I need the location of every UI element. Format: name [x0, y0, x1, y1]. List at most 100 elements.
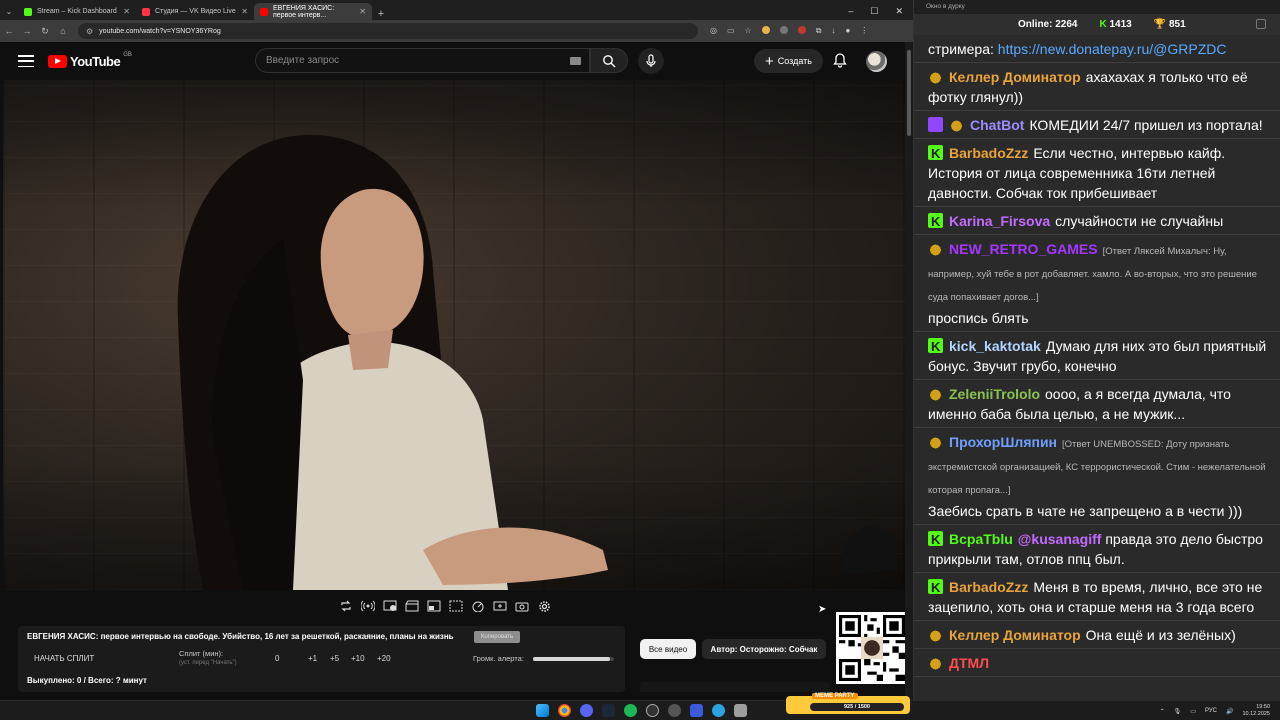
close-tab-icon[interactable]: ✕ — [123, 7, 130, 16]
extensions-puzzle-icon[interactable]: ⧉ — [816, 26, 822, 36]
app-icon[interactable] — [668, 704, 681, 717]
notifications-bell-icon[interactable] — [832, 52, 848, 68]
split-value-0[interactable]: 0 — [275, 654, 279, 663]
spotify-icon[interactable] — [624, 704, 637, 717]
chat-username[interactable]: Karina_Firsova — [949, 213, 1050, 229]
kick-badge-icon — [928, 530, 943, 550]
telegram-icon[interactable] — [712, 704, 725, 717]
split-panel: ЕВГЕНИЯ ХАСИС: первое интервью на свобод… — [18, 626, 625, 692]
chat-username[interactable]: NEW_RETRO_GAMES — [949, 241, 1098, 257]
steam-icon[interactable] — [602, 704, 615, 717]
create-button[interactable]: + Создать — [754, 49, 823, 73]
volume-icon[interactable]: 🔊 — [1226, 708, 1233, 715]
all-videos-chip[interactable]: Все видео — [640, 639, 696, 659]
url-field[interactable]: ⚙ youtube.com/watch?v=YSNOY36YRog — [78, 23, 698, 39]
chat-username[interactable]: BcpaTblu — [949, 531, 1013, 547]
tab-kick-dashboard[interactable]: Stream – Kick Dashboard ✕ — [18, 3, 136, 20]
google-lens-icon[interactable]: ◎ — [710, 26, 717, 36]
reload-icon[interactable]: ↻ — [36, 26, 54, 37]
file-explorer-icon[interactable] — [734, 704, 747, 717]
miniplayer-icon[interactable] — [382, 598, 398, 614]
split-add-10-button[interactable]: +10 — [351, 654, 365, 663]
chat-message-text: случайности не случайны — [1055, 213, 1224, 229]
youtube-logo[interactable]: YouTube GB — [48, 52, 132, 69]
extension-icon[interactable] — [779, 26, 788, 34]
add-clip-icon[interactable] — [492, 598, 508, 614]
cast-icon[interactable]: ▭ — [727, 26, 735, 36]
chat-username[interactable]: BarbadoZzz — [949, 145, 1028, 161]
settings-gear-icon[interactable] — [536, 598, 552, 614]
back-icon[interactable]: ← — [0, 26, 18, 36]
account-avatar[interactable] — [866, 51, 887, 72]
downloads-icon[interactable]: ↓ — [831, 26, 835, 36]
tray-chevron-icon[interactable]: ⌃ — [1160, 708, 1165, 715]
chat-username[interactable]: Келлер Доминатор — [949, 627, 1081, 643]
tab-youtube-video[interactable]: ЕВГЕНИЯ ХАСИС: первое интерв... ✕ — [254, 3, 372, 20]
chat-username[interactable]: ZeleniiTrololo — [949, 386, 1040, 402]
close-tab-icon[interactable]: ✕ — [241, 7, 248, 16]
microphone-tray-icon[interactable]: 🎙 — [1174, 708, 1182, 715]
online-label: Online: — [1018, 19, 1053, 30]
bookmark-star-icon[interactable]: ☆ — [745, 26, 752, 36]
start-windows-icon[interactable] — [536, 704, 549, 717]
split-add-5-button[interactable]: +5 — [330, 654, 339, 663]
video-player[interactable] — [3, 80, 905, 590]
picture-in-picture-icon[interactable] — [426, 598, 442, 614]
split-add-20-button[interactable]: +20 — [377, 654, 391, 663]
new-tab-button[interactable]: + — [372, 8, 390, 20]
keyboard-icon[interactable] — [570, 56, 581, 65]
clock[interactable]: 19:50 10.12.2025 — [1242, 704, 1270, 718]
keyboard-language[interactable]: РУС — [1205, 708, 1217, 714]
voice-search-button[interactable] — [638, 48, 664, 74]
profile-icon[interactable]: ● — [845, 26, 850, 36]
popout-icon[interactable] — [1256, 19, 1266, 29]
youtube-favicon-icon — [260, 7, 268, 16]
chat-link[interactable]: https://new.donatepay.ru/@GRPZDC — [998, 41, 1227, 57]
chat-message-text: проспись блять — [928, 310, 1029, 326]
forward-icon[interactable]: → — [18, 26, 36, 36]
clapperboard-icon[interactable] — [404, 598, 420, 614]
obs-icon[interactable] — [646, 704, 659, 717]
split-add-1-button[interactable]: +1 — [308, 654, 317, 663]
minimize-icon[interactable]: – — [848, 6, 853, 17]
menu-dots-icon[interactable]: ⋮ — [860, 26, 868, 36]
alert-volume-slider[interactable] — [533, 657, 614, 661]
chrome-icon[interactable] — [558, 704, 571, 717]
close-tab-icon[interactable]: ✕ — [359, 7, 366, 16]
search-input[interactable]: Введите запрос — [255, 48, 590, 73]
chat-username[interactable]: BarbadoZzz — [949, 579, 1028, 595]
tab-search-icon[interactable]: ⌄ — [0, 3, 18, 20]
speed-gauge-icon[interactable] — [470, 598, 486, 614]
close-window-icon[interactable]: ✕ — [895, 6, 903, 17]
discord-icon[interactable] — [580, 704, 593, 717]
loop-icon[interactable] — [338, 598, 354, 614]
subtitles-icon[interactable] — [448, 598, 464, 614]
network-icon[interactable]: ▭ — [1190, 708, 1196, 715]
copy-button[interactable]: Копировать — [474, 631, 520, 643]
maximize-icon[interactable]: ☐ — [870, 6, 878, 17]
kick-viewer-counter: K 1413 — [1099, 19, 1131, 30]
search-button[interactable] — [590, 48, 628, 73]
kick-count: 1413 — [1109, 19, 1132, 30]
author-chip[interactable]: Автор: Осторожно: Собчак — [702, 639, 826, 659]
chat-window: Окно в дурку Online: 2264 K 1413 🏆 851 с… — [913, 0, 1280, 700]
chat-username[interactable]: ChatBot — [970, 117, 1024, 133]
chat-username[interactable]: ПрохорШляпин — [949, 434, 1057, 450]
chat-username[interactable]: ДТМЛ — [949, 655, 989, 671]
screenshot-camera-icon[interactable] — [514, 598, 530, 614]
broadcast-icon[interactable] — [360, 598, 376, 614]
extension-icon[interactable] — [797, 26, 806, 34]
chat-username[interactable]: kick_kaktotak — [949, 338, 1041, 354]
start-split-button[interactable]: НАЧАТЬ СПЛИТ — [34, 654, 94, 663]
scrollbar-thumb[interactable] — [907, 50, 911, 136]
kick-badge-icon — [928, 144, 943, 164]
hamburger-menu-icon[interactable] — [18, 55, 34, 67]
page-scrollbar[interactable] — [905, 42, 913, 700]
media-player-icon[interactable] — [690, 704, 703, 717]
video-title: ЕВГЕНИЯ ХАСИС: первое интервью на свобод… — [27, 632, 454, 641]
site-info-icon[interactable]: ⚙ — [86, 27, 93, 36]
tab-vk-studio[interactable]: Студия — VK Видео Live ✕ — [136, 3, 254, 20]
chat-username[interactable]: Келлер Доминатор — [949, 69, 1081, 85]
home-icon[interactable]: ⌂ — [54, 26, 72, 36]
extension-icon[interactable] — [761, 26, 770, 34]
